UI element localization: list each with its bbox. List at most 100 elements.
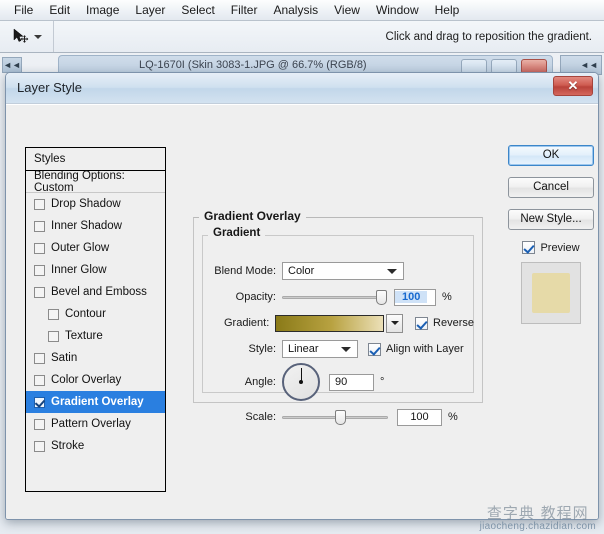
- checkbox-contour[interactable]: [48, 308, 59, 320]
- checkbox-inner-glow[interactable]: [34, 264, 45, 276]
- scale-unit: %: [448, 411, 458, 423]
- angle-value: 90: [335, 376, 348, 388]
- checkbox-align-with-layer[interactable]: [368, 342, 381, 356]
- style-row-inner-glow[interactable]: Inner Glow: [26, 259, 165, 281]
- checkbox-drop-shadow[interactable]: [34, 198, 45, 210]
- preview-chip: [532, 273, 570, 313]
- align-with-layer-group[interactable]: Align with Layer: [368, 342, 464, 356]
- chevron-down-icon: [341, 347, 351, 352]
- menu-item-layer[interactable]: Layer: [127, 1, 173, 19]
- style-row-pattern-overlay[interactable]: Pattern Overlay: [26, 413, 165, 435]
- angle-dial[interactable]: [282, 363, 320, 401]
- checkbox-preview[interactable]: [522, 241, 536, 254]
- style-label: Color Overlay: [51, 374, 122, 386]
- checkbox-gradient-overlay[interactable]: [34, 396, 45, 408]
- gradient-preview-swatch[interactable]: [275, 314, 385, 332]
- blend-mode-row: Blend Mode: Color: [202, 261, 474, 281]
- chevron-down-icon: [387, 269, 397, 274]
- scale-row: Scale: 100 %: [202, 407, 474, 427]
- watermark-line-2: jiaocheng.chazidian.com: [479, 521, 596, 532]
- opacity-input[interactable]: 100: [394, 288, 436, 306]
- style-label: Contour: [65, 308, 106, 320]
- tool-hint-text: Click and drag to reposition the gradien…: [385, 30, 592, 43]
- style-label: Style:: [248, 343, 276, 355]
- scale-input[interactable]: 100: [397, 408, 442, 426]
- menu-item-image[interactable]: Image: [78, 1, 127, 19]
- style-row-gradient-overlay[interactable]: Gradient Overlay: [26, 391, 165, 413]
- style-label: Pattern Overlay: [51, 418, 131, 430]
- checkbox-stroke[interactable]: [34, 440, 45, 452]
- menu-bar: File Edit Image Layer Select Filter Anal…: [0, 0, 604, 21]
- checkbox-pattern-overlay[interactable]: [34, 418, 45, 430]
- style-preview-thumbnail: [521, 262, 581, 324]
- style-row-texture[interactable]: Texture: [26, 325, 165, 347]
- dialog-title: Layer Style: [17, 80, 83, 95]
- menu-item-file[interactable]: File: [6, 1, 41, 19]
- style-row-satin[interactable]: Satin: [26, 347, 165, 369]
- blending-options-row[interactable]: Blending Options: Custom: [26, 170, 165, 194]
- style-label: Texture: [65, 330, 103, 342]
- dialog-titlebar: Layer Style ✕: [6, 73, 598, 104]
- style-row-bevel-and-emboss[interactable]: Bevel and Emboss: [26, 281, 165, 303]
- reverse-checkbox-group[interactable]: Reverse: [415, 316, 474, 330]
- new-style-button[interactable]: New Style...: [508, 209, 594, 230]
- panel-collapse-left-icon[interactable]: ◄◄: [2, 57, 22, 73]
- cancel-button[interactable]: Cancel: [508, 177, 594, 198]
- options-bar: Click and drag to reposition the gradien…: [0, 21, 604, 53]
- gradient-overlay-group: Gradient Overlay Gradient Blend Mode: Co…: [193, 209, 483, 426]
- layer-style-dialog: Layer Style ✕ Styles Blending Options: C…: [5, 72, 599, 520]
- menu-item-filter[interactable]: Filter: [223, 1, 266, 19]
- angle-input[interactable]: 90: [329, 373, 374, 391]
- blend-mode-select[interactable]: Color: [282, 262, 404, 280]
- style-row-color-overlay[interactable]: Color Overlay: [26, 369, 165, 391]
- active-tool-well[interactable]: [0, 21, 54, 52]
- align-with-layer-label: Align with Layer: [386, 343, 464, 355]
- scale-value: 100: [410, 411, 429, 423]
- opacity-slider-thumb[interactable]: [376, 289, 387, 305]
- styles-list-header[interactable]: Styles: [26, 148, 165, 171]
- preview-label: Preview: [540, 241, 580, 254]
- gradient-style-select[interactable]: Linear: [282, 340, 358, 358]
- menu-item-view[interactable]: View: [326, 1, 368, 19]
- checkbox-reverse[interactable]: [415, 316, 429, 330]
- gradient-label: Gradient:: [224, 317, 270, 329]
- angle-label: Angle:: [244, 376, 276, 388]
- opacity-row: Opacity: 100 %: [202, 287, 474, 307]
- menu-item-help[interactable]: Help: [427, 1, 468, 19]
- style-row-drop-shadow[interactable]: Drop Shadow: [26, 193, 165, 215]
- opacity-slider[interactable]: [282, 289, 387, 305]
- checkbox-bevel-and-emboss[interactable]: [34, 286, 45, 298]
- menu-item-select[interactable]: Select: [173, 1, 222, 19]
- menu-item-analysis[interactable]: Analysis: [265, 1, 326, 19]
- checkbox-outer-glow[interactable]: [34, 242, 45, 254]
- tool-preset-chevron-down-icon[interactable]: [34, 34, 42, 39]
- style-label: Satin: [51, 352, 78, 364]
- gradient-overlay-group-title: Gradient Overlay: [199, 209, 306, 223]
- style-row-inner-shadow[interactable]: Inner Shadow: [26, 215, 165, 237]
- opacity-unit: %: [442, 291, 452, 303]
- gradient-style-value: Linear: [288, 343, 319, 355]
- checkbox-satin[interactable]: [34, 352, 45, 364]
- ok-button[interactable]: OK: [508, 145, 594, 166]
- style-row-stroke[interactable]: Stroke: [26, 435, 165, 457]
- checkbox-color-overlay[interactable]: [34, 374, 45, 386]
- checkbox-texture[interactable]: [48, 330, 59, 342]
- preview-checkbox-group[interactable]: Preview: [508, 241, 594, 254]
- close-icon[interactable]: ✕: [553, 76, 593, 96]
- opacity-label: Opacity:: [235, 291, 276, 303]
- scale-slider[interactable]: [282, 409, 388, 425]
- photoshop-window: File Edit Image Layer Select Filter Anal…: [0, 0, 604, 534]
- style-row-outer-glow[interactable]: Outer Glow: [26, 237, 165, 259]
- gradient-picker-dropdown[interactable]: [386, 313, 404, 333]
- reverse-label: Reverse: [433, 317, 474, 329]
- menu-item-edit[interactable]: Edit: [41, 1, 78, 19]
- style-label: Outer Glow: [51, 242, 110, 254]
- gradient-inner-group: Gradient Blend Mode: Color Opacity: 100 …: [202, 227, 474, 426]
- dialog-body: Styles Blending Options: Custom Drop Sha…: [6, 104, 598, 519]
- blend-mode-label: Blend Mode:: [214, 265, 276, 277]
- scale-slider-thumb[interactable]: [335, 409, 346, 425]
- blend-mode-value: Color: [288, 265, 315, 277]
- style-row-contour[interactable]: Contour: [26, 303, 165, 325]
- checkbox-inner-shadow[interactable]: [34, 220, 45, 232]
- menu-item-window[interactable]: Window: [368, 1, 427, 19]
